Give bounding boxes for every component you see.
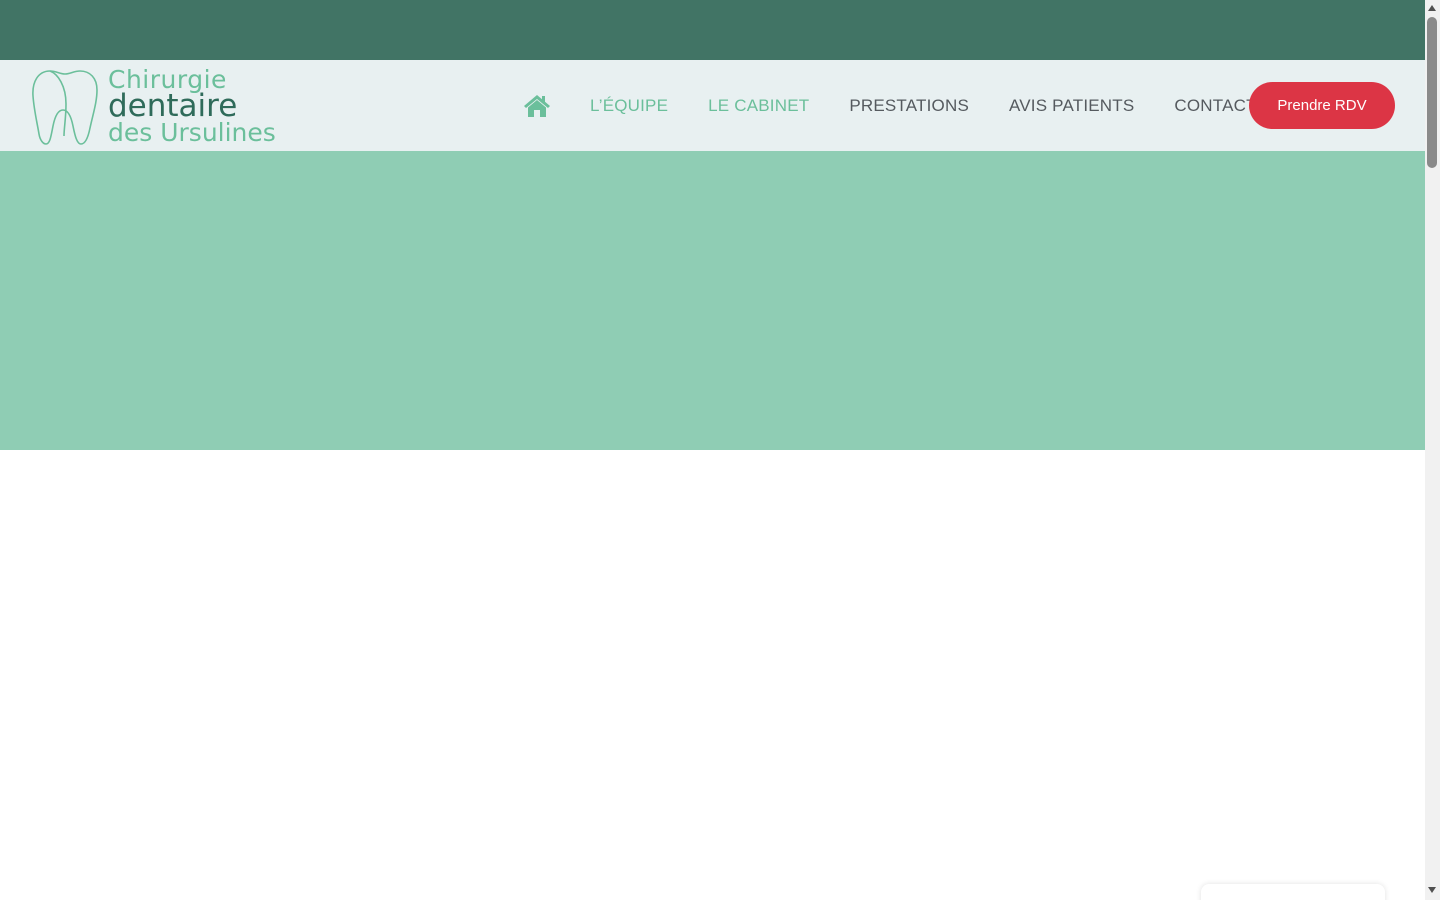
vertical-scrollbar[interactable] [1425, 0, 1440, 900]
scroll-down-arrow-icon[interactable] [1428, 887, 1436, 893]
nav-item-prestations[interactable]: PRESTATIONS [849, 96, 969, 116]
book-appointment-button[interactable]: Prendre RDV [1249, 82, 1395, 129]
site-header: Chirurgie dentaire des Ursulines L’ÉQUIP… [0, 60, 1425, 151]
logo-text: Chirurgie dentaire des Ursulines [108, 66, 276, 145]
logo-line-3: des Ursulines [108, 118, 276, 147]
top-bar [0, 0, 1425, 60]
scroll-up-arrow-icon[interactable] [1428, 5, 1436, 11]
main-content [0, 450, 1425, 900]
nav-item-contact[interactable]: CONTACT [1174, 96, 1256, 116]
nav-item-avis-patients[interactable]: AVIS PATIENTS [1009, 96, 1134, 116]
main-nav: L’ÉQUIPE LE CABINET PRESTATIONS AVIS PAT… [522, 60, 1297, 151]
floating-widget[interactable] [1201, 884, 1385, 900]
page: Chirurgie dentaire des Ursulines L’ÉQUIP… [0, 0, 1425, 900]
nav-item-cabinet[interactable]: LE CABINET [708, 96, 809, 116]
nav-item-equipe[interactable]: L’ÉQUIPE [590, 96, 668, 116]
site-logo[interactable]: Chirurgie dentaire des Ursulines [30, 66, 280, 148]
scroll-thumb[interactable] [1427, 17, 1437, 168]
home-icon[interactable] [522, 91, 552, 121]
hero-banner [0, 151, 1425, 450]
tooth-icon [32, 70, 98, 145]
